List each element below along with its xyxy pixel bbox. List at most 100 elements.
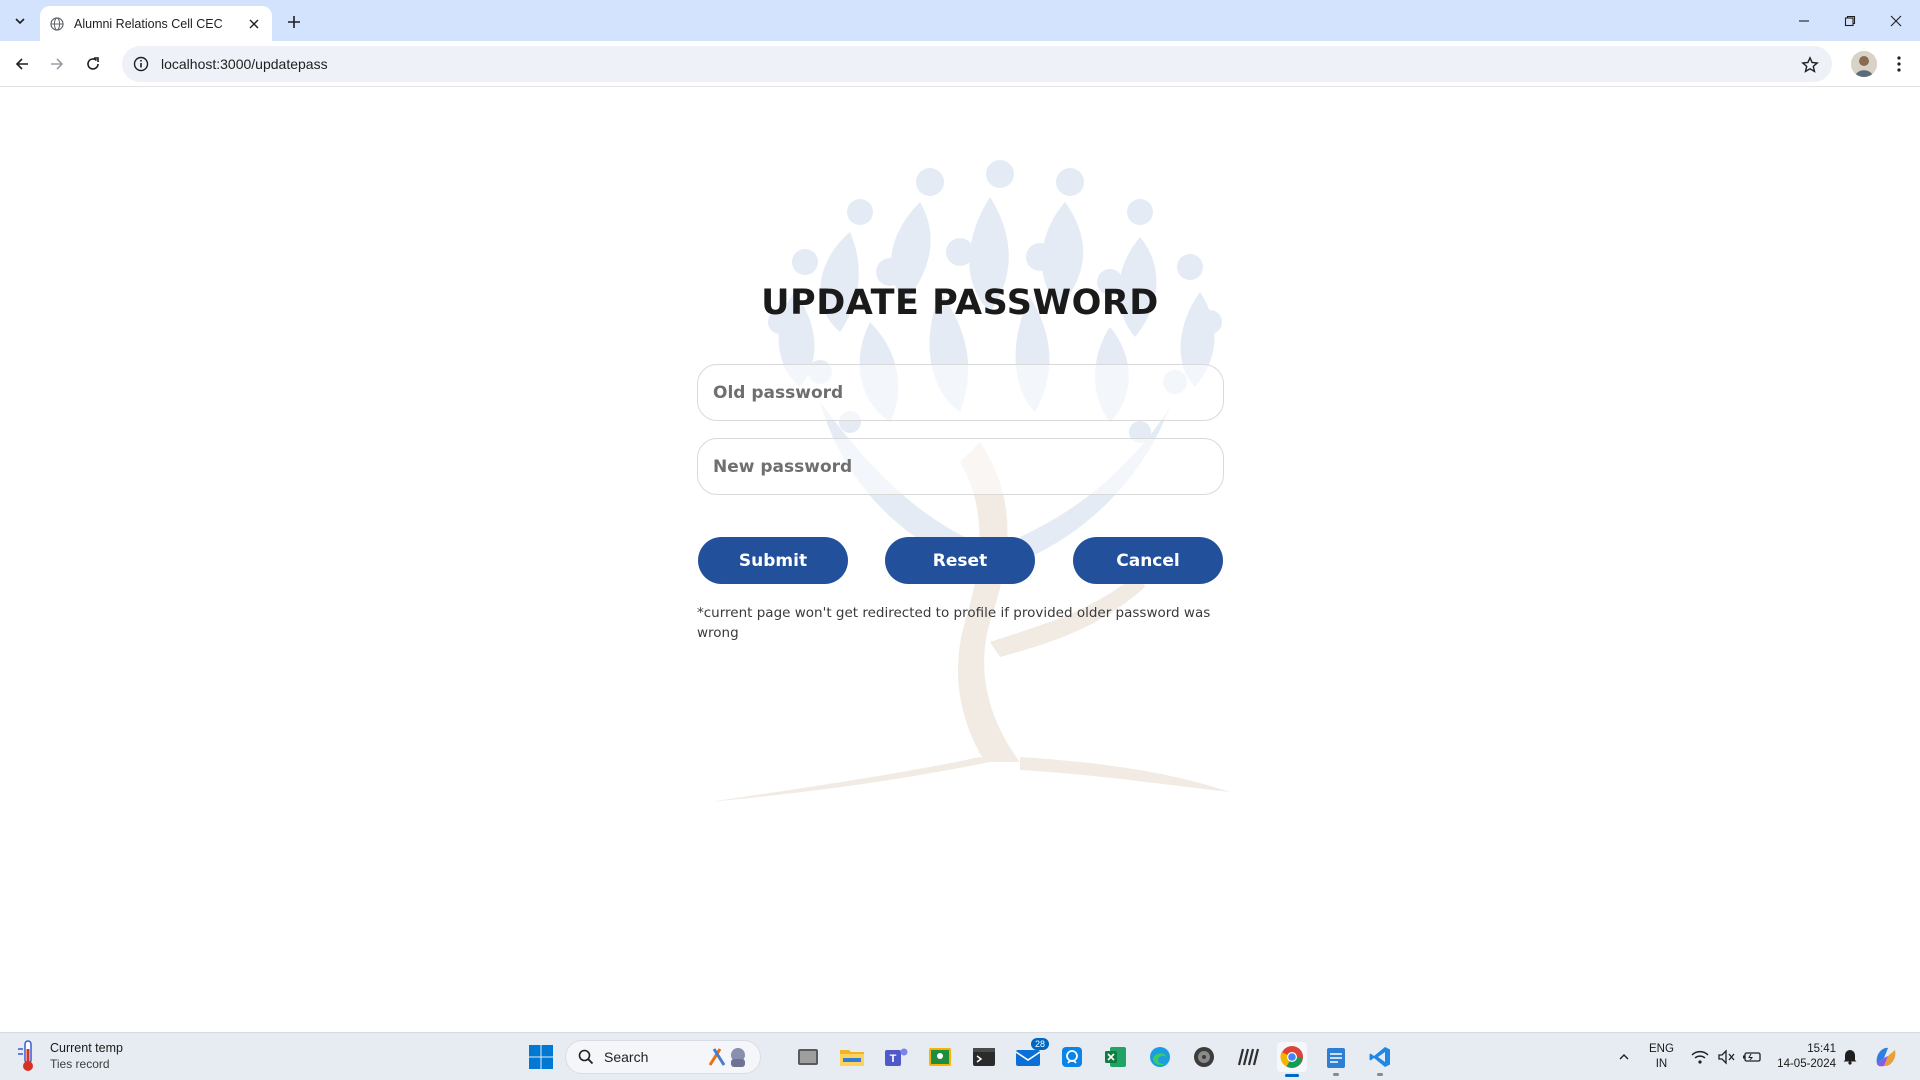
old-password-input[interactable]: Old password	[697, 364, 1224, 421]
tree-watermark-logo	[710, 160, 1230, 802]
arrow-left-icon	[15, 58, 28, 70]
speaker-muted-icon[interactable]	[1716, 1047, 1736, 1067]
close-icon	[249, 19, 259, 28]
submit-button[interactable]: Submit	[698, 537, 848, 584]
new-tab-button[interactable]	[281, 9, 307, 35]
forward-button[interactable]	[43, 50, 71, 78]
page-title: UPDATE PASSWORD	[761, 283, 1159, 323]
copilot-icon[interactable]	[1873, 1044, 1899, 1070]
address-bar[interactable]: localhost:3000/updatepass	[122, 46, 1832, 82]
show-hidden-icons-button[interactable]	[1615, 1048, 1633, 1066]
edge-button[interactable]	[1145, 1042, 1175, 1072]
page-content: UPDATE PASSWORD Old password New passwor…	[0, 87, 1920, 1032]
vscode-running-indicator	[1377, 1073, 1383, 1076]
cancel-button[interactable]: Cancel	[1073, 537, 1223, 584]
weather-widget[interactable]: Current temp Ties record	[16, 1039, 123, 1073]
search-label: Search	[604, 1049, 649, 1065]
vscode-button[interactable]	[1365, 1042, 1395, 1076]
notepad-icon	[1327, 1048, 1345, 1068]
disc-app-icon	[1194, 1047, 1214, 1067]
clock-date: 14-05-2024	[1777, 1058, 1836, 1070]
start-button[interactable]	[528, 1044, 554, 1070]
reload-button[interactable]	[79, 50, 107, 78]
search-icon	[578, 1049, 594, 1065]
chrome-icon	[1280, 1046, 1303, 1068]
new-password-input[interactable]: New password	[697, 438, 1224, 495]
plus-icon	[288, 16, 300, 28]
minimize-button[interactable]	[1781, 0, 1827, 41]
tab-search-button[interactable]	[8, 9, 32, 33]
terminal-icon	[973, 1048, 995, 1066]
close-icon	[1890, 15, 1902, 26]
site-info-icon[interactable]	[131, 54, 151, 74]
teams-icon: T	[885, 1048, 908, 1066]
language-indicator[interactable]: ENG IN	[1649, 1042, 1674, 1072]
excel-button[interactable]	[1101, 1042, 1131, 1072]
bookmark-star-button[interactable]	[1798, 53, 1822, 77]
old-password-placeholder: Old password	[713, 382, 844, 403]
store-icon	[1062, 1047, 1082, 1067]
url-text: localhost:3000/updatepass	[161, 56, 328, 72]
globe-icon	[50, 16, 64, 31]
battery-icon[interactable]	[1742, 1047, 1762, 1067]
folder-icon	[840, 1050, 864, 1066]
region-code: IN	[1655, 1058, 1668, 1070]
language-code: ENG	[1649, 1043, 1674, 1055]
windows-logo-icon	[529, 1045, 553, 1069]
teams-button[interactable]: T	[881, 1042, 911, 1072]
vscode-icon	[1369, 1047, 1390, 1067]
restore-button[interactable]	[1827, 0, 1873, 41]
minimize-icon	[1799, 19, 1809, 22]
wifi-icon[interactable]	[1690, 1047, 1710, 1067]
task-view-button[interactable]	[793, 1042, 823, 1072]
clock-time: 15:41	[1807, 1043, 1836, 1055]
notepad-button[interactable]	[1321, 1042, 1351, 1076]
chevron-up-icon	[1619, 1054, 1629, 1060]
mail-badge: 28	[1030, 1038, 1049, 1050]
reload-icon	[87, 57, 99, 70]
chrome-active-indicator	[1285, 1074, 1299, 1077]
reset-button[interactable]: Reset	[885, 537, 1035, 584]
search-highlight-icon	[708, 1048, 745, 1067]
store-button[interactable]	[1057, 1042, 1087, 1072]
file-explorer-button[interactable]	[837, 1042, 867, 1072]
edge-icon	[1150, 1047, 1170, 1067]
excel-icon	[1105, 1047, 1126, 1067]
terminal-button[interactable]	[969, 1042, 999, 1072]
system-tray[interactable]	[1690, 1047, 1762, 1067]
thermometer-icon	[18, 1040, 33, 1071]
new-password-placeholder: New password	[713, 456, 853, 477]
chevron-down-icon	[15, 18, 25, 25]
star-icon	[1801, 56, 1819, 73]
browser-toolbar: localhost:3000/updatepass	[0, 41, 1920, 87]
clock[interactable]: 15:41 14-05-2024	[1770, 1042, 1836, 1072]
back-button[interactable]	[8, 50, 36, 78]
close-window-button[interactable]	[1873, 0, 1919, 41]
svg-text:T: T	[890, 1053, 897, 1065]
restore-icon	[1844, 15, 1856, 26]
avatar-icon	[1851, 51, 1877, 77]
tab-title: Alumni Relations Cell CEC	[74, 16, 223, 31]
browser-tab-strip: Alumni Relations Cell CEC	[0, 0, 1920, 41]
weather-subtitle: Ties record	[50, 1057, 110, 1071]
mail-button[interactable]: 28	[1013, 1038, 1049, 1072]
classroom-icon	[929, 1048, 951, 1066]
taskbar-search[interactable]: Search	[565, 1040, 761, 1074]
arrow-right-icon	[51, 58, 64, 70]
notepad-running-indicator	[1333, 1073, 1339, 1076]
browser-menu-button[interactable]	[1886, 51, 1912, 77]
browser-tab-active[interactable]: Alumni Relations Cell CEC	[40, 6, 272, 41]
profile-avatar[interactable]	[1851, 51, 1877, 77]
stripes-app-icon	[1237, 1048, 1260, 1066]
task-view-icon	[798, 1049, 818, 1065]
app-button-stripes[interactable]	[1233, 1042, 1263, 1072]
notification-bell-icon[interactable]	[1842, 1047, 1862, 1067]
app-button-disc[interactable]	[1189, 1042, 1219, 1072]
classroom-button[interactable]	[925, 1042, 955, 1072]
redirect-note: *current page won't get redirected to pr…	[697, 605, 1211, 641]
weather-title: Current temp	[50, 1041, 123, 1055]
more-vertical-icon	[1897, 56, 1901, 72]
windows-taskbar: Current temp Ties record Search T 28 ENG…	[0, 1032, 1920, 1080]
chrome-button[interactable]	[1277, 1042, 1307, 1077]
tab-close-button[interactable]	[244, 14, 264, 34]
